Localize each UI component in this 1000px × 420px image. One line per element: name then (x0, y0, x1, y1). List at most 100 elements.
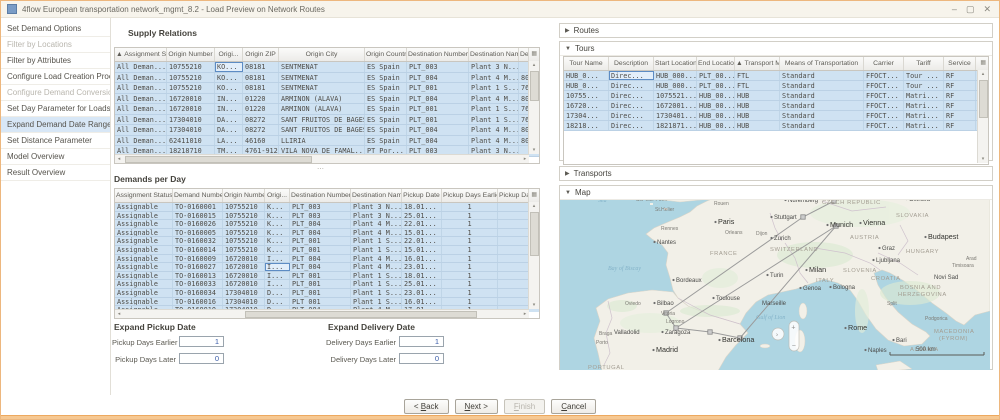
map-section-header[interactable]: ▼ Map (560, 186, 992, 200)
routes-section-header[interactable]: ▶ Routes (559, 23, 993, 38)
next-button[interactable]: Next > (455, 399, 498, 414)
table-cell[interactable]: 10755210 (223, 212, 265, 220)
column-chooser-icon[interactable]: ▦ (529, 189, 539, 202)
table-row[interactable]: AssignableTO-016002610755210K...PLT_004P… (115, 220, 539, 229)
table-cell[interactable]: 1 (442, 263, 498, 271)
table-cell[interactable]: I... (265, 272, 290, 280)
table-cell[interactable]: PLT_001 (290, 237, 351, 245)
table-cell[interactable]: TO-0160027 (173, 263, 223, 271)
table-cell[interactable]: 16.01... (402, 298, 442, 306)
table-cell[interactable]: TO-0160014 (173, 246, 223, 254)
table-cell[interactable]: ES Spain (365, 62, 407, 72)
table-cell[interactable]: PLT_004 (290, 229, 351, 237)
table-cell[interactable] (498, 229, 529, 237)
vertical-scrollbar[interactable]: ▴ ▾ (528, 202, 539, 309)
table-cell[interactable]: HUB_00... (697, 101, 735, 110)
table-cell[interactable]: K... (265, 229, 290, 237)
table-cell[interactable]: KO... (215, 73, 243, 83)
table-cell[interactable]: Assignable (115, 298, 173, 306)
table-cell[interactable]: PLT_001 (290, 280, 351, 288)
table-cell[interactable]: ES Spain (365, 73, 407, 83)
horizontal-scrollbar[interactable]: ◂ ▸ (115, 154, 529, 163)
table-cell[interactable]: 1 (442, 272, 498, 280)
table-row[interactable]: AssignableTO-016001510755210K...PLT_003P… (115, 212, 539, 221)
column-header[interactable]: Destination Number (290, 189, 351, 202)
table-cell[interactable]: Direc... (609, 91, 654, 100)
cancel-button[interactable]: Cancel (551, 399, 596, 414)
table-cell[interactable]: 16720010 (223, 280, 265, 288)
table-cell[interactable]: K... (265, 203, 290, 211)
column-header[interactable]: Origi... (215, 48, 243, 61)
europe-map[interactable]: › + − SeaBay of BiscayGulf of LionFRANCE… (560, 200, 990, 370)
column-header[interactable]: Pickup Date (402, 189, 442, 202)
table-cell[interactable]: PLT_004 (407, 94, 469, 104)
table-row[interactable]: 18218...Direc...1821871...HUB_00...HUBSt… (564, 121, 988, 131)
table-cell[interactable]: 08272 (243, 115, 279, 125)
scroll-down-icon[interactable]: ▾ (529, 301, 539, 309)
column-chooser-icon[interactable]: ▦ (529, 48, 539, 61)
table-cell[interactable]: PLT_004 (407, 125, 469, 135)
table-cell[interactable]: HUB_0... (564, 81, 609, 90)
table-cell[interactable]: 10755210 (167, 62, 215, 72)
table-cell[interactable]: PLT_004 (290, 263, 351, 271)
table-cell[interactable]: Assignable (115, 255, 173, 263)
table-cell[interactable]: Direc... (609, 81, 654, 90)
table-cell[interactable]: Plant 4 M... (469, 136, 519, 146)
table-cell[interactable] (498, 280, 529, 288)
table-cell[interactable]: RF (944, 111, 976, 120)
table-row[interactable]: AssignableTO-016000110755210K...PLT_003P… (115, 203, 539, 212)
map-zoom-control[interactable]: + − (789, 321, 799, 351)
table-cell[interactable]: Plant 3 N... (351, 212, 402, 220)
table-cell[interactable]: FTL (735, 81, 780, 90)
table-cell[interactable]: SENTMENAT (279, 73, 365, 83)
table-cell[interactable]: RF (944, 91, 976, 100)
table-cell[interactable]: 46160 (243, 136, 279, 146)
table-cell[interactable]: Plant 1 S... (351, 298, 402, 306)
scroll-right-icon[interactable]: ▸ (521, 310, 529, 318)
table-cell[interactable]: PLT_004 (407, 136, 469, 146)
table-cell[interactable]: ES Spain (365, 83, 407, 93)
table-cell[interactable]: 16720010 (167, 94, 215, 104)
table-cell[interactable]: 18218... (564, 121, 609, 130)
table-cell[interactable] (498, 246, 529, 254)
table-cell[interactable]: 10755210 (223, 229, 265, 237)
table-cell[interactable]: 10755210 (223, 246, 265, 254)
table-cell[interactable]: Assignable (115, 229, 173, 237)
table-cell[interactable]: ES Spain (365, 115, 407, 125)
table-cell[interactable] (498, 220, 529, 228)
sidebar-item[interactable]: Filter by Attributes (1, 53, 110, 69)
table-cell[interactable]: All Deman... (115, 73, 167, 83)
route-stop-marker[interactable] (708, 330, 712, 334)
table-cell[interactable]: 1 (442, 203, 498, 211)
table-row[interactable]: 17304...Direc...1730401...HUB_00...HUBSt… (564, 111, 988, 121)
table-row[interactable]: AssignableTO-016000916720010I...PLT_004P… (115, 255, 539, 264)
table-cell[interactable] (498, 255, 529, 263)
table-cell[interactable]: SANT FRUITOS DE BAGES (279, 125, 365, 135)
table-cell[interactable]: Standard (780, 71, 864, 80)
sidebar-item[interactable]: Set Distance Parameter (1, 133, 110, 149)
table-cell[interactable]: 18.01... (402, 203, 442, 211)
table-cell[interactable]: TO-0160033 (173, 280, 223, 288)
table-cell[interactable]: ARMINON (ALAVA) (279, 94, 365, 104)
table-cell[interactable] (498, 212, 529, 220)
table-cell[interactable]: IN... (215, 104, 243, 114)
transports-section-header[interactable]: ▶ Transports (559, 166, 993, 181)
column-header[interactable]: Origin ZIP (243, 48, 279, 61)
table-cell[interactable]: Direc... (609, 71, 654, 80)
table-cell[interactable]: TO-0160032 (173, 237, 223, 245)
scroll-down-icon[interactable]: ▾ (978, 155, 988, 163)
table-cell[interactable]: Assignable (115, 263, 173, 271)
scrollbar-thumb[interactable] (125, 156, 312, 163)
table-cell[interactable]: Assignable (115, 289, 173, 297)
map-pan-button[interactable]: › (772, 328, 784, 340)
table-cell[interactable]: Plant 1 S... (351, 272, 402, 280)
table-cell[interactable]: 10755210 (167, 83, 215, 93)
table-cell[interactable]: PLT_001 (407, 104, 469, 114)
column-header[interactable]: Tariff (904, 57, 944, 70)
table-cell[interactable]: All Deman... (115, 62, 167, 72)
table-row[interactable]: AssignableTO-016003316720010I...PLT_001P… (115, 280, 539, 289)
table-cell[interactable]: SANT FRUITOS DE BAGES (279, 115, 365, 125)
table-cell[interactable]: Plant 1 S... (351, 237, 402, 245)
table-cell[interactable]: RF (944, 121, 976, 130)
table-cell[interactable]: 1 (442, 212, 498, 220)
